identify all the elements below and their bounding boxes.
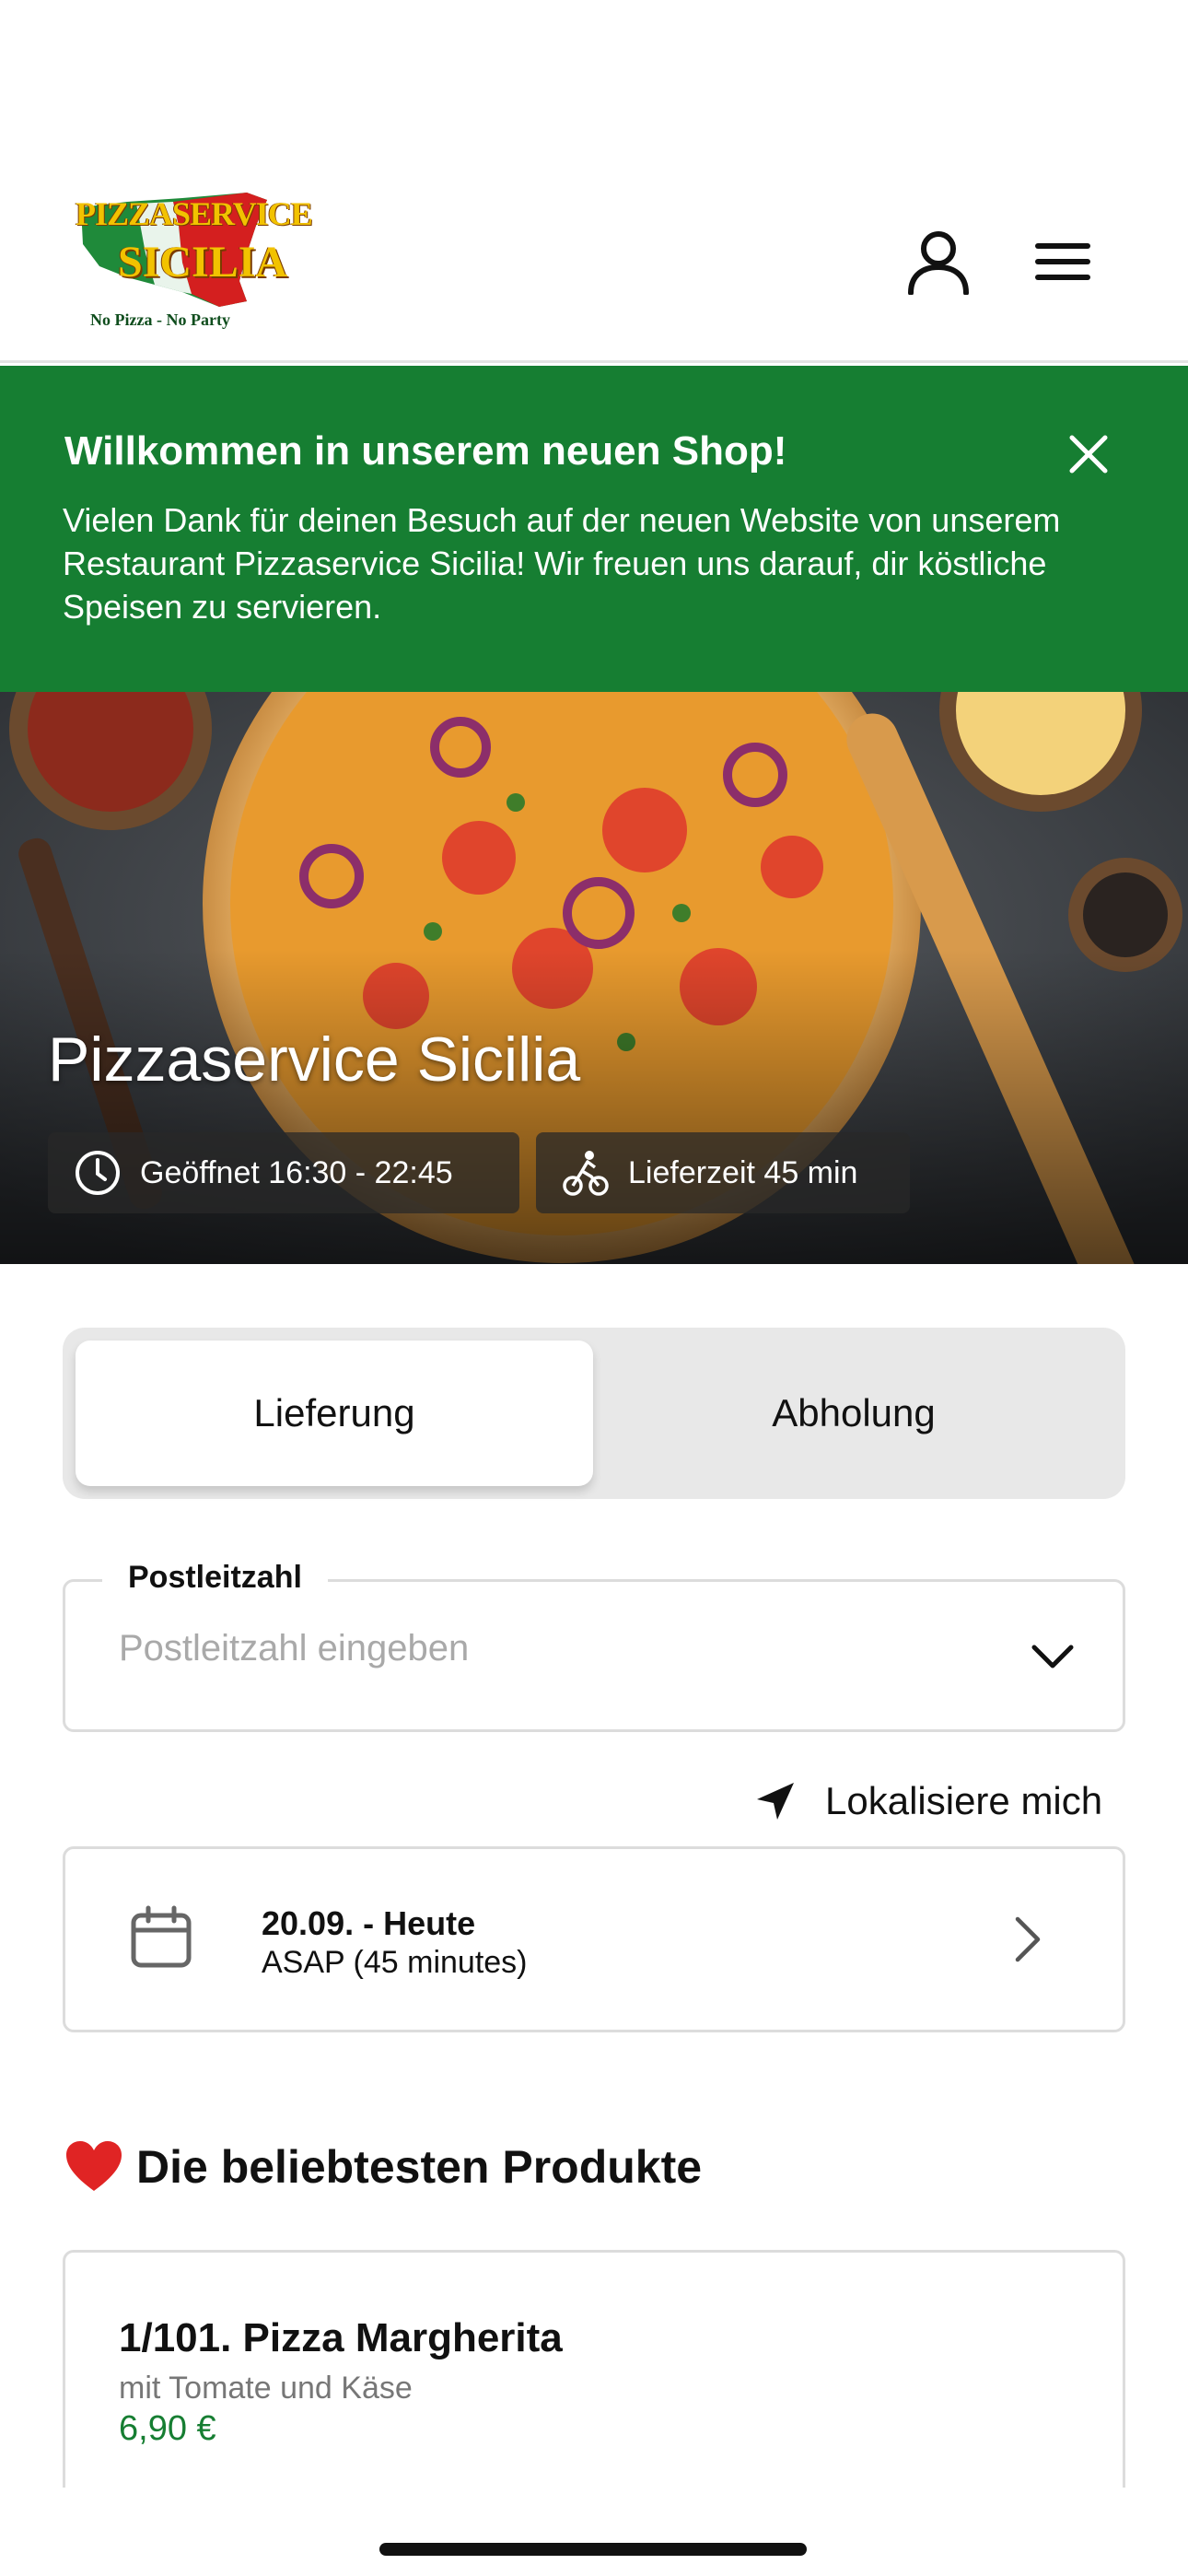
chevron-down-icon[interactable] <box>1023 1628 1082 1687</box>
order-mode-toggle: Lieferung Abholung <box>63 1328 1125 1499</box>
bicycle-courier-icon <box>562 1149 610 1197</box>
product-name: 1/101. Pizza Margherita <box>119 2315 563 2360</box>
restaurant-name: Pizzaservice Sicilia <box>48 1025 581 1095</box>
selected-time: ASAP (45 minutes) <box>262 1945 528 1980</box>
chevron-right-icon <box>1015 1916 1041 1962</box>
heart-icon <box>66 2141 122 2191</box>
clock-icon <box>74 1149 122 1197</box>
location-arrow-icon <box>753 1779 798 1823</box>
header: PIZZASERVICE SICILIA No Pizza - No Party <box>0 0 1188 363</box>
postal-code-input[interactable] <box>119 1628 948 1669</box>
logo[interactable]: PIZZASERVICE SICILIA No Pizza - No Party <box>72 189 313 336</box>
delivery-time-chip: Lieferzeit 45 min <box>536 1132 910 1213</box>
product-card[interactable]: 1/101. Pizza Margherita mit Tomate und K… <box>63 2250 1125 2489</box>
opening-hours-chip: Geöffnet 16:30 - 22:45 <box>48 1132 519 1213</box>
logo-tagline: No Pizza - No Party <box>90 310 230 329</box>
product-description: mit Tomate und Käse <box>119 2371 413 2406</box>
postal-code-label: Postleitzahl <box>102 1560 328 1596</box>
calendar-icon <box>131 1905 192 1968</box>
home-indicator[interactable] <box>379 2543 807 2556</box>
home-indicator-area <box>0 2488 1188 2576</box>
close-icon[interactable] <box>1061 427 1116 482</box>
opening-hours-text: Geöffnet 16:30 - 22:45 <box>140 1154 453 1190</box>
postal-code-field: Postleitzahl <box>63 1560 1125 1732</box>
locate-me-button[interactable]: Lokalisiere mich <box>753 1774 1102 1829</box>
tab-pickup[interactable]: Abholung <box>595 1341 1112 1486</box>
popular-products-title: Die beliebtesten Produkte <box>64 2139 702 2195</box>
product-price: 6,90 € <box>119 2409 216 2448</box>
logo-text-line1: PIZZASERVICE <box>76 195 313 232</box>
banner-text: Vielen Dank für deinen Besuch auf der ne… <box>63 501 1061 626</box>
user-icon[interactable] <box>905 228 972 295</box>
popular-products-heading: Die beliebtesten Produkte <box>136 2141 703 2193</box>
selected-date: 20.09. - Heute <box>262 1904 476 1942</box>
delivery-time-text: Lieferzeit 45 min <box>628 1154 858 1190</box>
delivery-time-selector[interactable]: 20.09. - Heute ASAP (45 minutes) <box>63 1846 1125 2032</box>
welcome-banner: Willkommen in unserem neuen Shop! Vielen… <box>0 366 1188 692</box>
hero-image: Pizzaservice Sicilia Geöffnet 16:30 - 22… <box>0 692 1188 1264</box>
banner-title: Willkommen in unserem neuen Shop! <box>64 428 787 474</box>
logo-text-line2: SICILIA <box>118 238 288 287</box>
tab-delivery[interactable]: Lieferung <box>76 1341 593 1486</box>
hamburger-menu-icon[interactable] <box>1030 228 1096 295</box>
locate-me-label: Lokalisiere mich <box>825 1779 1103 1822</box>
